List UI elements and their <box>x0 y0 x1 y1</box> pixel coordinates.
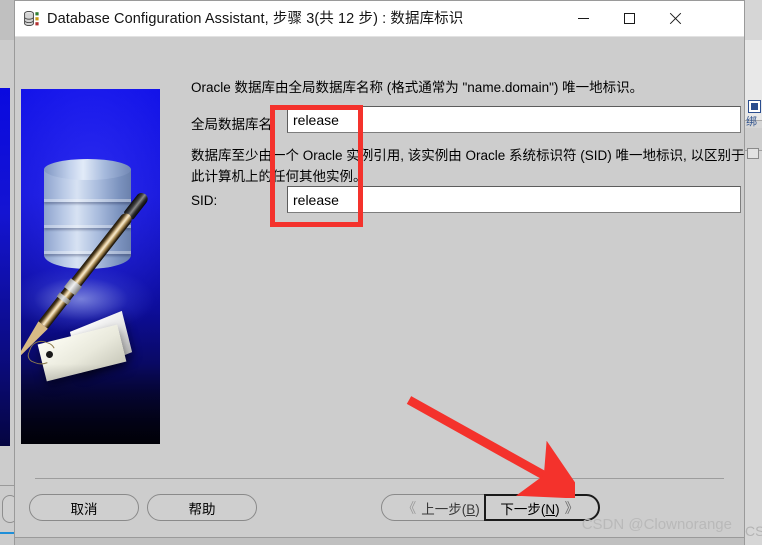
next-step-label: 下一步(N) <box>500 501 560 517</box>
previous-step-label: 上一步(B) <box>421 501 480 517</box>
database-icon <box>23 10 41 28</box>
wizard-content-pane: Oracle 数据库由全局数据库名称 (格式通常为 "name.domain")… <box>175 37 745 477</box>
database-configuration-assistant-dialog: Database Configuration Assistant, 步骤 3(共… <box>14 0 745 538</box>
background-separator <box>0 485 14 486</box>
maximize-icon <box>623 13 635 24</box>
minimize-button[interactable] <box>560 1 606 36</box>
description-paragraph-1: Oracle 数据库由全局数据库名称 (格式通常为 "name.domain")… <box>191 80 644 95</box>
title-bar: Database Configuration Assistant, 步骤 3(共… <box>15 1 744 37</box>
previous-step-button[interactable]: 《 上一步(B) <box>381 494 496 521</box>
sid-label: SID: <box>191 193 218 208</box>
sid-input[interactable] <box>287 186 741 213</box>
help-button[interactable]: 帮助 <box>147 494 257 521</box>
watermark-text: CSDN @Clownorange <box>581 516 732 533</box>
background-panel-label: 绑 <box>746 116 757 128</box>
close-icon <box>669 12 682 25</box>
wizard-illustration <box>21 89 160 444</box>
button-bar-separator <box>35 478 724 479</box>
background-illustration-sliver <box>0 88 10 446</box>
navigation-button-group: 《 上一步(B) 下一步(N) 》 <box>381 494 600 521</box>
chevron-right-icon: 》 <box>564 499 579 516</box>
global-database-name-input[interactable] <box>287 106 741 133</box>
close-button[interactable] <box>652 1 698 36</box>
global-database-name-label: 全局数据库名: <box>191 117 276 132</box>
background-watermark: CSDN @Clownorange <box>745 523 762 539</box>
background-small-icon <box>747 148 759 159</box>
cancel-button[interactable]: 取消 <box>29 494 139 521</box>
illustration-shadow <box>21 364 160 444</box>
background-app-icon <box>748 100 761 113</box>
window-title: Database Configuration Assistant, 步骤 3(共… <box>47 11 464 27</box>
minimize-icon <box>577 18 589 19</box>
background-taskbar-accent <box>0 532 14 534</box>
background-window-left[interactable] <box>0 40 18 545</box>
dialog-client-area: Oracle 数据库由全局数据库名称 (格式通常为 "name.domain")… <box>15 37 745 537</box>
maximize-button[interactable] <box>606 1 652 36</box>
next-step-button[interactable]: 下一步(N) 》 <box>484 494 600 521</box>
description-paragraph-2: 数据库至少由一个 Oracle 实例引用, 该实例由 Oracle 系统标识符 … <box>191 148 745 184</box>
chevron-left-icon: 《 <box>402 499 417 516</box>
